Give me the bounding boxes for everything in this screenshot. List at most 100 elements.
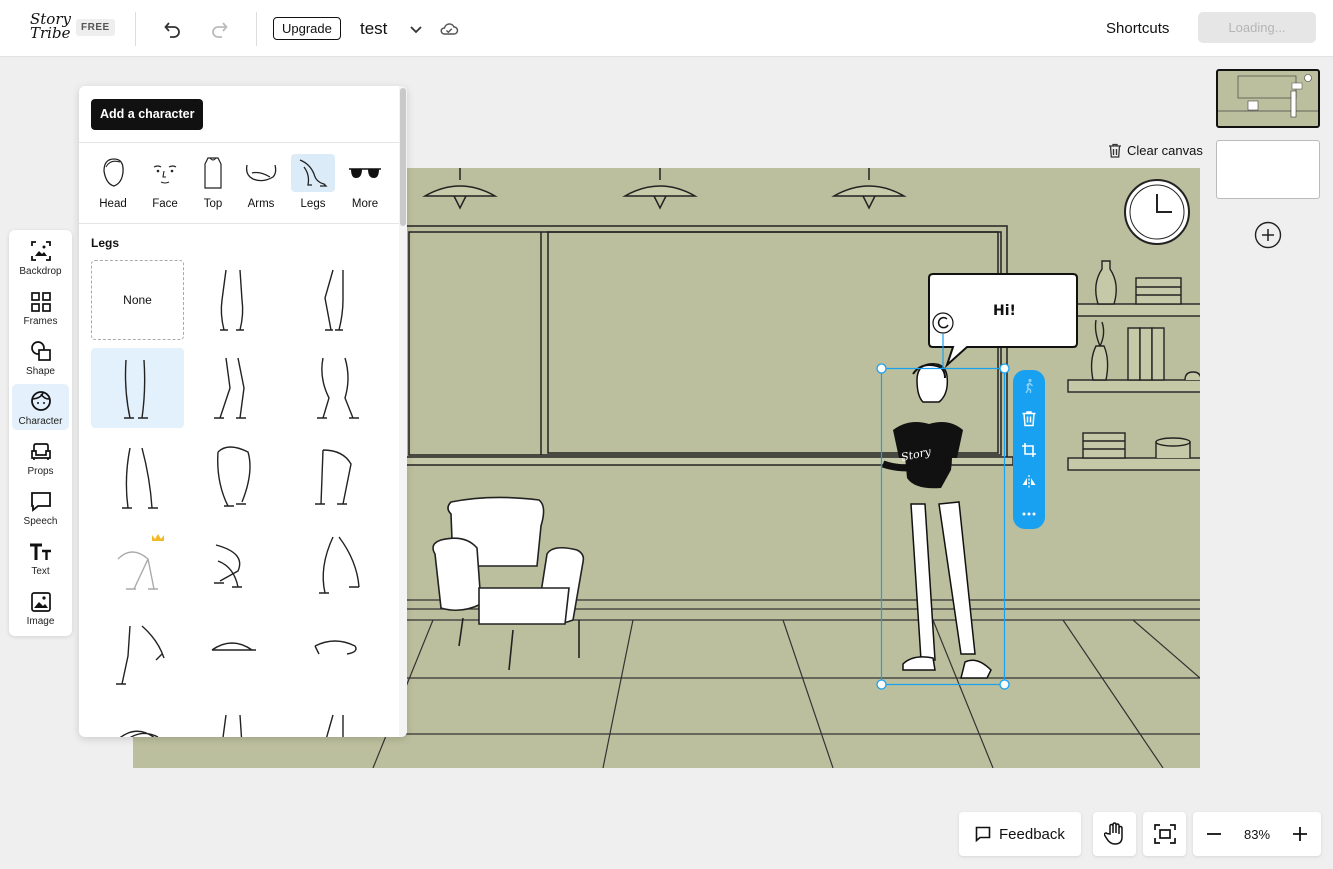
shortcuts-button[interactable]: Shortcuts: [1106, 20, 1169, 37]
category-label: More: [351, 198, 379, 210]
text-icon: [29, 543, 51, 560]
category-label: Legs: [300, 198, 326, 210]
crop-button[interactable]: [1013, 437, 1045, 463]
character-panel: Add a character Head Face Top Arms Legs …: [79, 86, 407, 737]
legs-option[interactable]: [189, 616, 282, 696]
legs-pose-icon: [216, 446, 251, 507]
tool-backdrop[interactable]: Backdrop: [12, 234, 69, 280]
legs-option[interactable]: [189, 438, 282, 518]
props-icon: [30, 443, 51, 460]
legs-option[interactable]: [292, 705, 385, 737]
zoom-in-button[interactable]: [1291, 825, 1309, 843]
cloud-save-button[interactable]: [438, 19, 460, 39]
delete-button[interactable]: [1013, 405, 1045, 431]
project-name[interactable]: test: [360, 19, 387, 39]
category-legs[interactable]: Legs: [291, 154, 335, 216]
legs-option[interactable]: [292, 527, 385, 607]
add-frame-button[interactable]: [1254, 221, 1282, 249]
pose-button[interactable]: [1013, 373, 1045, 399]
legs-pose-icon: [313, 640, 357, 655]
ellipsis-icon: [1022, 512, 1036, 516]
character-icon: [30, 391, 51, 411]
flip-button[interactable]: [1013, 469, 1045, 495]
legs-pose-icon: [323, 269, 344, 331]
resize-handle: [876, 363, 887, 374]
feedback-button[interactable]: Feedback: [959, 812, 1081, 856]
legs-option[interactable]: [292, 260, 385, 340]
project-menu-button[interactable]: [407, 20, 425, 38]
legs-option[interactable]: [91, 616, 184, 696]
legs-pose-icon: [316, 357, 359, 419]
legs-option[interactable]: [292, 616, 385, 696]
hand-icon: [1103, 822, 1123, 845]
panel-scrollbar[interactable]: [399, 86, 407, 737]
category-head[interactable]: Head: [91, 154, 135, 216]
resize-handle: [999, 363, 1010, 374]
plus-icon: [1293, 827, 1307, 841]
resize-handle: [876, 679, 887, 690]
legs-option[interactable]: [189, 527, 282, 607]
more-options-button[interactable]: [1013, 501, 1045, 527]
legs-option[interactable]: [292, 438, 385, 518]
category-top[interactable]: Top: [191, 154, 235, 216]
plus-circle-icon: [1254, 221, 1282, 249]
tool-image[interactable]: Image: [12, 584, 69, 630]
clock-icon: [1124, 179, 1190, 245]
category-more[interactable]: More: [343, 154, 387, 216]
rotate-handle-icon: [932, 312, 954, 334]
legs-pose-icon: [121, 447, 158, 509]
frame-thumbnail-2[interactable]: [1216, 140, 1320, 199]
tool-shape[interactable]: Shape: [12, 334, 69, 380]
legs-pose-icon: [213, 357, 246, 419]
tool-props[interactable]: Props: [12, 434, 69, 480]
frame-thumbnail-1[interactable]: [1216, 69, 1320, 128]
resize-handle: [999, 679, 1010, 690]
legs-option[interactable]: [91, 527, 184, 607]
redo-icon: [212, 22, 228, 38]
trash-icon: [1109, 143, 1121, 158]
head-icon: [103, 158, 124, 187]
upgrade-button[interactable]: Upgrade: [273, 17, 341, 40]
undo-button[interactable]: [160, 17, 184, 41]
app-logo[interactable]: Story Tribe: [16, 12, 74, 44]
feedback-label: Feedback: [999, 825, 1065, 843]
legs-option[interactable]: [91, 438, 184, 518]
add-character-button[interactable]: Add a character: [91, 99, 204, 130]
flip-horizontal-icon: [1022, 475, 1036, 489]
legs-option[interactable]: [91, 348, 184, 428]
scroll-thumb[interactable]: [400, 88, 406, 226]
divider: [256, 12, 257, 46]
chevron-down-icon: [410, 26, 422, 34]
legs-icon: [299, 159, 328, 187]
loading-button: Loading...: [1198, 12, 1316, 43]
legs-pose-icon: [314, 449, 352, 505]
tool-character[interactable]: Character: [12, 384, 69, 430]
clear-canvas-button[interactable]: Clear canvas: [1108, 143, 1203, 158]
cloud-icon: [440, 23, 459, 35]
walking-figure-icon: [1025, 378, 1033, 394]
tool-frames[interactable]: Frames: [12, 284, 69, 330]
zoom-control: 83%: [1193, 812, 1321, 856]
image-icon: [30, 592, 51, 612]
legs-option[interactable]: [189, 705, 282, 737]
legs-option[interactable]: [292, 348, 385, 428]
chat-bubble-icon: [975, 826, 991, 842]
legs-option[interactable]: [91, 705, 184, 737]
logo-text: Story Tribe: [30, 10, 71, 42]
fit-to-screen-button[interactable]: [1143, 812, 1186, 856]
tool-speech[interactable]: Speech: [12, 484, 69, 530]
minus-icon: [1207, 833, 1221, 835]
pan-tool-button[interactable]: [1093, 812, 1136, 856]
category-label: Face: [152, 198, 178, 210]
speech-text[interactable]: Hi!: [993, 303, 1016, 319]
tool-text[interactable]: Text: [12, 534, 69, 580]
redo-button[interactable]: [208, 17, 232, 41]
legs-option[interactable]: [189, 260, 282, 340]
legs-pose-icon: [117, 534, 164, 590]
zoom-out-button[interactable]: [1205, 825, 1223, 843]
legs-option[interactable]: [189, 348, 282, 428]
category-arms[interactable]: Arms: [239, 154, 283, 216]
category-face[interactable]: Face: [143, 154, 187, 216]
speech-icon: [30, 492, 51, 512]
legs-option-none[interactable]: None: [91, 260, 184, 340]
